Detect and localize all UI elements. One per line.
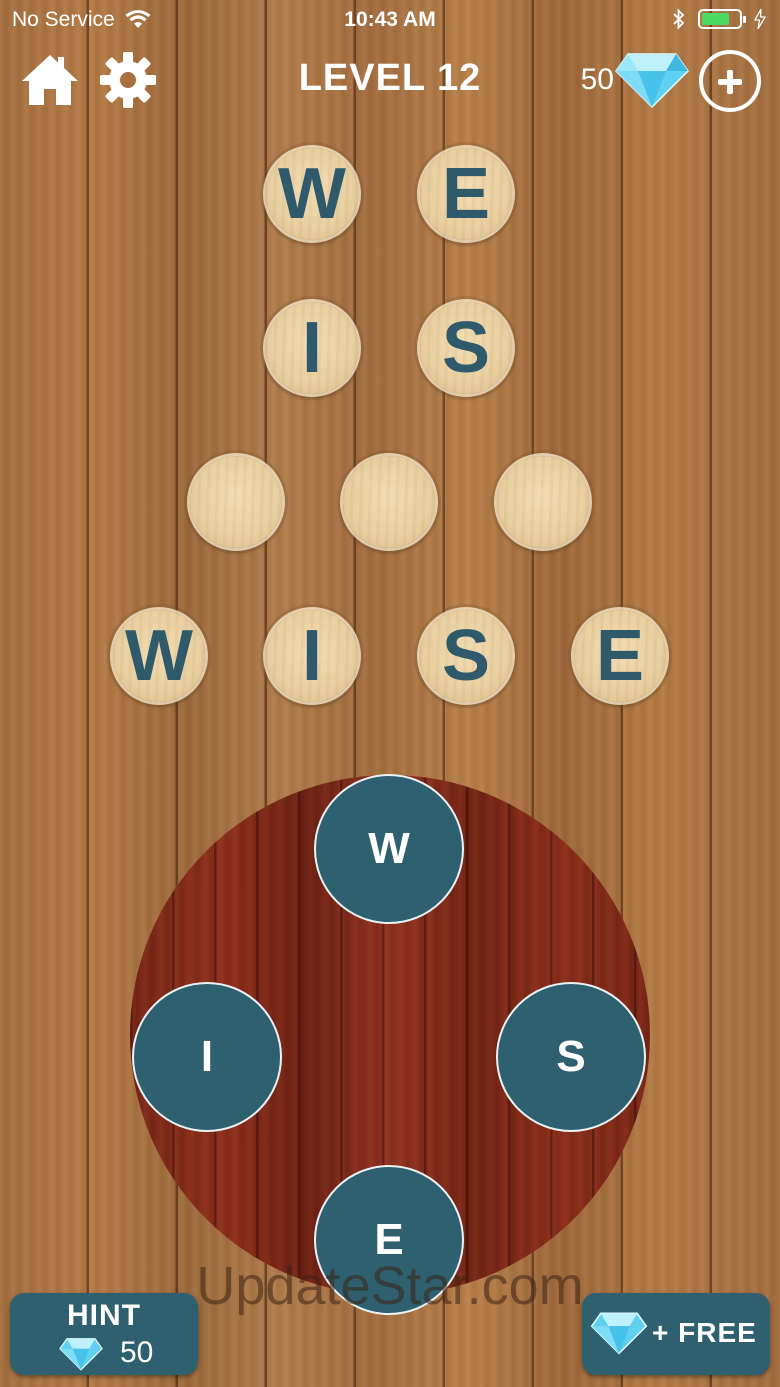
board-tile bbox=[343, 456, 435, 548]
board-tile bbox=[190, 456, 282, 548]
hint-label: HINT bbox=[67, 1299, 141, 1332]
hint-cost: 50 bbox=[120, 1336, 154, 1369]
board-tile: I bbox=[266, 302, 358, 394]
diamond-icon bbox=[615, 53, 689, 109]
battery-cap bbox=[743, 16, 746, 23]
wheel-letter-w[interactable]: W bbox=[314, 774, 464, 924]
add-gems-button[interactable] bbox=[699, 50, 761, 112]
board-tile: W bbox=[113, 610, 205, 702]
hint-button[interactable]: HINT 50 bbox=[10, 1293, 198, 1375]
status-time: 10:43 AM bbox=[344, 8, 436, 31]
wheel-letter-i[interactable]: I bbox=[132, 982, 282, 1132]
free-label: + FREE bbox=[652, 1317, 757, 1348]
board-tile: I bbox=[266, 610, 358, 702]
bluetooth-icon bbox=[673, 8, 685, 30]
top-bar: LEVEL 12 50 bbox=[0, 45, 780, 115]
free-gems-button[interactable]: + FREE bbox=[582, 1293, 770, 1375]
wheel-letter-s[interactable]: S bbox=[496, 982, 646, 1132]
battery-level bbox=[702, 13, 729, 25]
status-bar: No Service 10:43 AM bbox=[0, 0, 780, 40]
board-tile bbox=[497, 456, 589, 548]
battery-icon bbox=[698, 9, 746, 29]
board-tile: S bbox=[420, 302, 512, 394]
board-tile: W bbox=[266, 148, 358, 240]
status-right bbox=[672, 8, 766, 30]
charging-bolt-icon bbox=[754, 9, 766, 29]
board-tile: E bbox=[574, 610, 666, 702]
board-tile: S bbox=[420, 610, 512, 702]
gems-count: 50 bbox=[580, 63, 614, 96]
diamond-icon bbox=[59, 1338, 103, 1371]
board-tile: E bbox=[420, 148, 512, 240]
diamond-icon bbox=[590, 1312, 648, 1355]
